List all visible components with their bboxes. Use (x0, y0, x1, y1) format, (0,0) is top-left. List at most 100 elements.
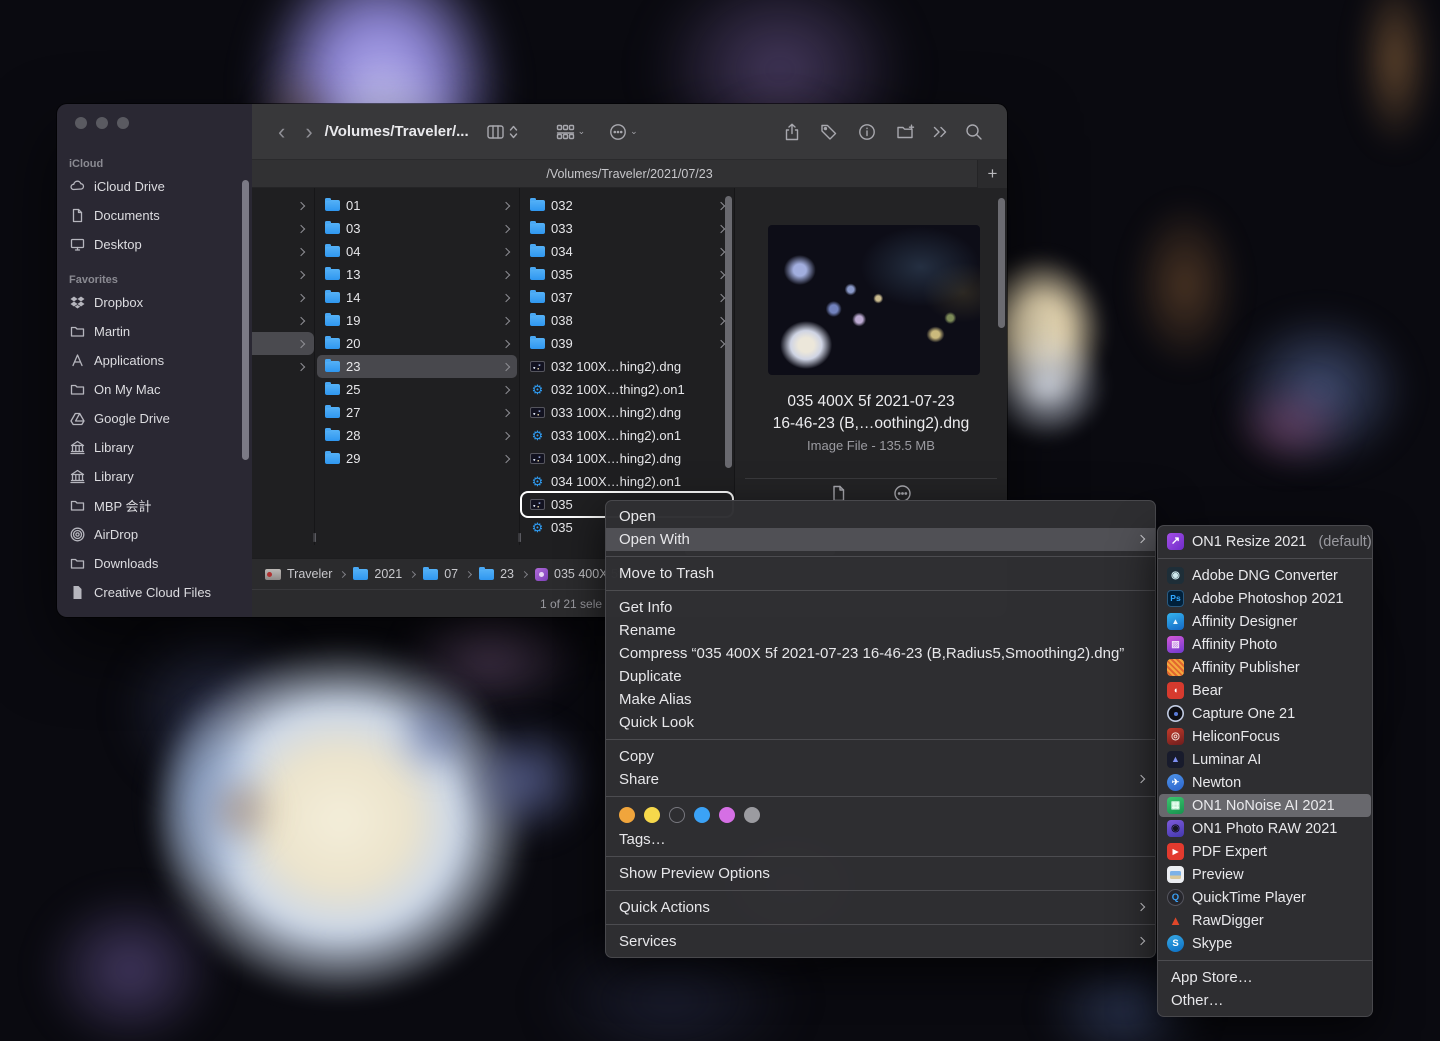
menu-item-show-preview-options[interactable]: Show Preview Options (606, 862, 1155, 885)
sidebar-item-creative-cloud-files[interactable]: Creative Cloud Files (57, 578, 252, 607)
tag-gray[interactable] (744, 807, 760, 823)
folder-row[interactable]: 14 (317, 286, 517, 309)
preview-scrollbar[interactable] (998, 198, 1005, 328)
menu-item-get-info[interactable]: Get Info (606, 596, 1155, 619)
file-row[interactable]: 034 100X…hing2).dng (522, 447, 732, 470)
tag-none[interactable] (669, 807, 685, 823)
menu-item-quick-look[interactable]: Quick Look (606, 711, 1155, 734)
folder-row[interactable]: 13 (317, 263, 517, 286)
sidebar-item-downloads[interactable]: Downloads (57, 549, 252, 578)
sidebar-item-dropbox[interactable]: Dropbox (57, 288, 252, 317)
submenu-item-quicktime[interactable]: QuickTime Player (1158, 886, 1372, 909)
sidebar-item-applications[interactable]: Applications (57, 346, 252, 375)
menu-item-share[interactable]: Share (606, 768, 1155, 791)
zoom-button[interactable] (117, 117, 129, 129)
sidebar-item-airdrop[interactable]: AirDrop (57, 520, 252, 549)
folder-row[interactable]: 01 (317, 194, 517, 217)
file-row[interactable]: ⚙033 100X…hing2).on1 (522, 424, 732, 447)
submenu-item-preview[interactable]: Preview (1158, 863, 1372, 886)
submenu-item-helicon-focus[interactable]: HeliconFocus (1158, 725, 1372, 748)
sidebar-item-on-my-mac[interactable]: On My Mac (57, 375, 252, 404)
menu-item-quick-actions[interactable]: Quick Actions (606, 896, 1155, 919)
file-row[interactable]: 033 100X…hing2).dng (522, 401, 732, 424)
menu-item-open[interactable]: Open (606, 505, 1155, 528)
sidebar-item-documents[interactable]: Documents (57, 201, 252, 230)
back-button[interactable]: ‹ (268, 121, 295, 143)
tab-path[interactable]: /Volumes/Traveler/2021/07/23 (252, 167, 1007, 181)
menu-item-duplicate[interactable]: Duplicate (606, 665, 1155, 688)
folder-row[interactable]: 19 (317, 309, 517, 332)
menu-item-tags[interactable]: Tags… (606, 828, 1155, 851)
column-view-button[interactable] (487, 124, 518, 140)
file-row[interactable]: ⚙034 100X…hing2).on1 (522, 470, 732, 493)
submenu-item-on1-resize[interactable]: ON1 Resize 2021(default) (1158, 530, 1372, 553)
tag-orange[interactable] (619, 807, 635, 823)
breadcrumb-23[interactable]: 23 (479, 567, 514, 581)
menu-item-open-with[interactable]: Open With (606, 528, 1155, 551)
column-parent[interactable]: ∥ (252, 188, 315, 545)
search-button[interactable] (965, 123, 983, 141)
column-resize-handle[interactable]: ∥ (313, 532, 319, 543)
preview-thumbnail[interactable] (768, 225, 980, 375)
folder-row[interactable]: 03 (317, 217, 517, 240)
sidebar-item-mbp-kaikei[interactable]: MBP 会計 (57, 491, 252, 520)
sidebar-scrollbar[interactable] (242, 180, 249, 460)
menu-item-compress[interactable]: Compress “035 400X 5f 2021-07-23 16-46-2… (606, 642, 1155, 665)
sidebar-item-google-drive[interactable]: Google Drive (57, 404, 252, 433)
tag-button[interactable] (820, 123, 838, 141)
folder-row[interactable]: 037 (522, 286, 732, 309)
submenu-item-luminar[interactable]: Luminar AI (1158, 748, 1372, 771)
sidebar-item-martin[interactable]: Martin (57, 317, 252, 346)
sidebar-item-library-1[interactable]: Library (57, 433, 252, 462)
folder-row[interactable]: 29 (317, 447, 517, 470)
submenu-item-skype[interactable]: Skype (1158, 932, 1372, 955)
parent-selected-row[interactable] (252, 332, 314, 355)
file-row[interactable]: 032 100X…hing2).dng (522, 355, 732, 378)
group-button[interactable]: ⌄ (556, 124, 586, 140)
folder-row[interactable]: 25 (317, 378, 517, 401)
folder-row[interactable]: 04 (317, 240, 517, 263)
menu-item-make-alias[interactable]: Make Alias (606, 688, 1155, 711)
breadcrumb-07[interactable]: 07 (423, 567, 458, 581)
folder-row[interactable]: 038 (522, 309, 732, 332)
share-button[interactable] (784, 123, 800, 141)
new-tab-button[interactable]: + (977, 160, 1007, 188)
folder-row[interactable]: 032 (522, 194, 732, 217)
folder-row[interactable]: 034 (522, 240, 732, 263)
submenu-item-other[interactable]: Other… (1158, 989, 1372, 1012)
close-button[interactable] (75, 117, 87, 129)
menu-item-copy[interactable]: Copy (606, 745, 1155, 768)
submenu-item-bear[interactable]: Bear (1158, 679, 1372, 702)
submenu-item-rawdigger[interactable]: RawDigger (1158, 909, 1372, 932)
folder-row[interactable]: 28 (317, 424, 517, 447)
sidebar-item-desktop[interactable]: Desktop (57, 230, 252, 259)
folder-row[interactable]: 033 (522, 217, 732, 240)
submenu-item-adobe-dng-converter[interactable]: Adobe DNG Converter (1158, 564, 1372, 587)
submenu-item-app-store[interactable]: App Store… (1158, 966, 1372, 989)
submenu-item-affinity-designer[interactable]: Affinity Designer (1158, 610, 1372, 633)
tag-blue[interactable] (694, 807, 710, 823)
submenu-item-photoshop[interactable]: Adobe Photoshop 2021 (1158, 587, 1372, 610)
new-folder-button[interactable] (896, 123, 916, 141)
submenu-item-newton[interactable]: Newton (1158, 771, 1372, 794)
column-resize-handle[interactable]: ∥ (518, 532, 524, 543)
menu-item-move-to-trash[interactable]: Move to Trash (606, 562, 1155, 585)
submenu-item-capture-one[interactable]: Capture One 21 (1158, 702, 1372, 725)
menu-item-rename[interactable]: Rename (606, 619, 1155, 642)
submenu-item-on1-photo-raw[interactable]: ON1 Photo RAW 2021 (1158, 817, 1372, 840)
info-button[interactable] (858, 123, 876, 141)
forward-button[interactable]: › (295, 121, 322, 143)
folder-row[interactable]: 27 (317, 401, 517, 424)
file-row[interactable]: ⚙032 100X…thing2).on1 (522, 378, 732, 401)
folder-row[interactable]: 035 (522, 263, 732, 286)
minimize-button[interactable] (96, 117, 108, 129)
sidebar-item-library-2[interactable]: Library (57, 462, 252, 491)
folder-row-selected[interactable]: 23 (317, 355, 517, 378)
more-actions-button[interactable]: ⌄ (609, 123, 638, 141)
submenu-item-affinity-publisher[interactable]: Affinity Publisher (1158, 656, 1372, 679)
overflow-button[interactable] (932, 125, 949, 139)
tag-purple[interactable] (719, 807, 735, 823)
menu-item-services[interactable]: Services (606, 930, 1155, 953)
folder-row[interactable]: 20 (317, 332, 517, 355)
tag-yellow[interactable] (644, 807, 660, 823)
